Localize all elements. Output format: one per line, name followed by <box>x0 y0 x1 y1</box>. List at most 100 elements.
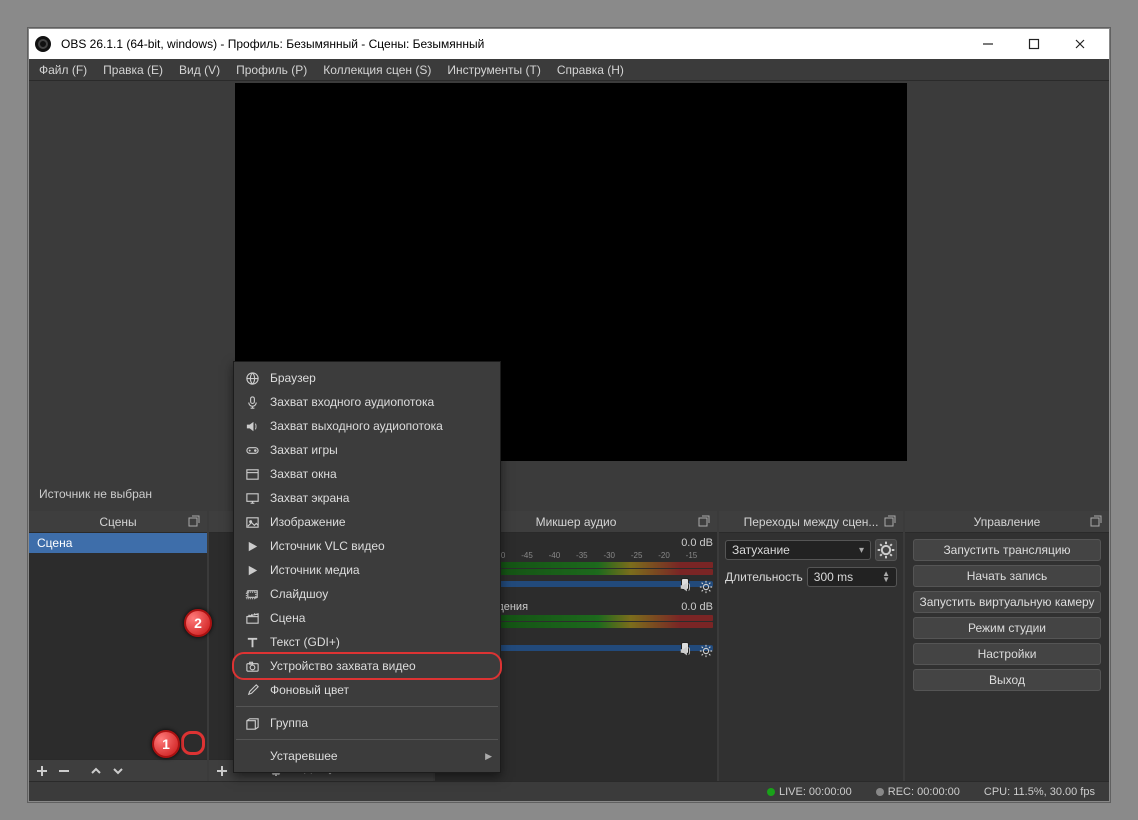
controls-dock: Управление Запустить трансляцию Начать з… <box>905 511 1109 781</box>
start-stream-button[interactable]: Запустить трансляцию <box>913 539 1101 561</box>
window-icon <box>244 466 260 482</box>
menu-view[interactable]: Вид (V) <box>179 63 220 77</box>
menu-item-label: Захват входного аудиопотока <box>270 395 434 409</box>
menubar: Файл (F) Правка (E) Вид (V) Профиль (P) … <box>29 59 1109 81</box>
audio-track-db: 0.0 dB <box>681 537 713 549</box>
duration-label: Длительность <box>725 570 803 584</box>
image-icon <box>244 514 260 530</box>
menu-item-slideshow[interactable]: Слайдшоу <box>234 582 500 606</box>
spinner-icons[interactable]: ▲▼ <box>882 571 890 583</box>
exit-button[interactable]: Выход <box>913 669 1101 691</box>
gear-icon[interactable] <box>699 644 713 661</box>
menu-item-vlc-source[interactable]: Источник VLC видео <box>234 534 500 558</box>
popout-icon[interactable] <box>187 514 201 528</box>
menu-item-label: Устаревшее <box>270 749 338 763</box>
speaker-icon <box>244 418 260 434</box>
transitions-title: Переходы между сцен... <box>744 515 879 529</box>
mute-icon[interactable] <box>679 580 693 597</box>
menu-item-color-source[interactable]: Фоновый цвет <box>234 678 500 702</box>
add-source-context-menu: Браузер Захват входного аудиопотока Захв… <box>233 361 501 773</box>
duration-value: 300 ms <box>814 570 853 584</box>
text-icon <box>244 634 260 650</box>
popout-icon[interactable] <box>697 514 711 528</box>
menu-edit[interactable]: Правка (E) <box>103 63 163 77</box>
menu-item-browser[interactable]: Браузер <box>234 366 500 390</box>
menu-item-window-capture[interactable]: Захват окна <box>234 462 500 486</box>
window-title: OBS 26.1.1 (64-bit, windows) - Профиль: … <box>61 37 965 51</box>
menu-item-label: Группа <box>270 716 308 730</box>
menu-item-label: Источник VLC видео <box>270 539 385 553</box>
play-icon <box>244 538 260 554</box>
camera-icon <box>244 658 260 674</box>
menu-scene-collection[interactable]: Коллекция сцен (S) <box>323 63 431 77</box>
menu-item-media-source[interactable]: Источник медиа <box>234 558 500 582</box>
controls-header: Управление <box>905 511 1109 533</box>
transition-select[interactable]: Затухание ▾ <box>725 540 871 560</box>
menu-item-deprecated[interactable]: Устаревшее <box>234 744 500 768</box>
menu-item-label: Сцена <box>270 611 305 625</box>
transitions-body: Затухание ▾ Длительность 300 ms ▲▼ <box>719 533 903 593</box>
scenes-header: Сцены <box>29 511 207 533</box>
duration-input[interactable]: 300 ms ▲▼ <box>807 567 897 587</box>
menu-item-image[interactable]: Изображение <box>234 510 500 534</box>
studio-mode-button[interactable]: Режим студии <box>913 617 1101 639</box>
mute-icon[interactable] <box>679 644 693 661</box>
popout-icon[interactable] <box>1089 514 1103 528</box>
menu-profile[interactable]: Профиль (P) <box>236 63 307 77</box>
gear-icon[interactable] <box>699 580 713 597</box>
play-icon <box>244 562 260 578</box>
scene-down-button[interactable] <box>109 762 127 780</box>
audio-track-db: 0.0 dB <box>681 601 713 613</box>
menu-item-audio-input[interactable]: Захват входного аудиопотока <box>234 390 500 414</box>
preview-area <box>29 81 1109 497</box>
menu-file[interactable]: Файл (F) <box>39 63 87 77</box>
cpu-status: CPU: 11.5%, 30.00 fps <box>984 786 1095 798</box>
menu-item-label: Изображение <box>270 515 346 529</box>
menu-item-group[interactable]: Группа <box>234 711 500 735</box>
menu-help[interactable]: Справка (H) <box>557 63 624 77</box>
titlebar: OBS 26.1.1 (64-bit, windows) - Профиль: … <box>29 29 1109 59</box>
window-close-button[interactable] <box>1057 29 1103 59</box>
bottom-docks: Сцены Сцена Источники <box>29 511 1109 781</box>
statusbar: LIVE: 00:00:00 REC: 00:00:00 CPU: 11.5%,… <box>29 781 1109 801</box>
scenes-title: Сцены <box>99 515 136 529</box>
scenes-footer <box>29 759 207 781</box>
controls-title: Управление <box>974 515 1041 529</box>
menu-item-label: Захват экрана <box>270 491 349 505</box>
menu-separator <box>236 706 498 707</box>
mic-icon <box>244 394 260 410</box>
menu-item-audio-output[interactable]: Захват выходного аудиопотока <box>234 414 500 438</box>
transition-type-value: Затухание <box>732 543 790 557</box>
menu-item-display-capture[interactable]: Захват экрана <box>234 486 500 510</box>
start-record-button[interactable]: Начать запись <box>913 565 1101 587</box>
blank-icon <box>244 748 260 764</box>
menu-item-label: Источник медиа <box>270 563 360 577</box>
scene-item[interactable]: Сцена <box>29 533 207 553</box>
source-add-button[interactable] <box>213 762 231 780</box>
transition-props-button[interactable] <box>875 539 897 561</box>
menu-item-scene[interactable]: Сцена <box>234 606 500 630</box>
gamepad-icon <box>244 442 260 458</box>
menu-tools[interactable]: Инструменты (T) <box>447 63 540 77</box>
scene-remove-button[interactable] <box>55 762 73 780</box>
menu-item-label: Браузер <box>270 371 316 385</box>
obs-main-window: OBS 26.1.1 (64-bit, windows) - Профиль: … <box>28 28 1110 802</box>
menu-item-video-capture[interactable]: Устройство захвата видео <box>234 654 500 678</box>
scene-up-button[interactable] <box>87 762 105 780</box>
menu-item-game-capture[interactable]: Захват игры <box>234 438 500 462</box>
popout-icon[interactable] <box>883 514 897 528</box>
slideshow-icon <box>244 586 260 602</box>
window-maximize-button[interactable] <box>1011 29 1057 59</box>
clapper-icon <box>244 610 260 626</box>
scenes-body: Сцена <box>29 533 207 759</box>
window-minimize-button[interactable] <box>965 29 1011 59</box>
scene-add-button[interactable] <box>33 762 51 780</box>
menu-item-label: Захват окна <box>270 467 337 481</box>
menu-item-label: Захват игры <box>270 443 338 457</box>
menu-item-label: Захват выходного аудиопотока <box>270 419 443 433</box>
transitions-dock: Переходы между сцен... Затухание ▾ Длите… <box>719 511 903 781</box>
settings-button[interactable]: Настройки <box>913 643 1101 665</box>
menu-item-label: Слайдшоу <box>270 587 328 601</box>
menu-item-text[interactable]: Текст (GDI+) <box>234 630 500 654</box>
start-virtualcam-button[interactable]: Запустить виртуальную камеру <box>913 591 1101 613</box>
